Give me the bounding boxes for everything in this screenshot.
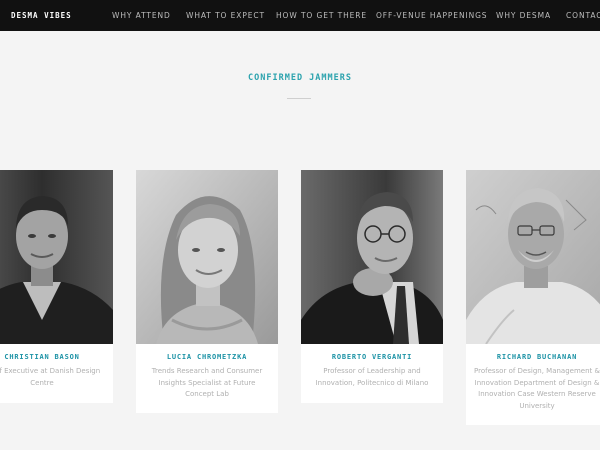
- nav-item-contact[interactable]: CONTACT: [566, 0, 600, 31]
- nav-item-off-venue-happenings[interactable]: OFF-VENUE HAPPENINGS: [376, 0, 487, 31]
- jammer-photo: [301, 170, 443, 344]
- nav-item-how-to-get-there[interactable]: HOW TO GET THERE: [276, 0, 367, 31]
- nav-item-what-to-expect[interactable]: WHAT TO EXPECT: [186, 0, 265, 31]
- jammer-name: ROBERTO VERGANTI: [331, 353, 413, 361]
- top-navbar: DESMA VIBES WHY ATTEND WHAT TO EXPECT HO…: [0, 0, 600, 31]
- jammer-description: Professor of Design, Management & Innova…: [474, 367, 600, 410]
- site-logo[interactable]: DESMA VIBES: [11, 0, 72, 31]
- jammer-card[interactable]: RICHARD BUCHANAN Professor of Design, Ma…: [466, 170, 600, 425]
- section-title: CONFIRMED JAMMERS: [248, 73, 352, 83]
- jammer-photo: [466, 170, 600, 344]
- jammer-photo: [0, 170, 113, 344]
- jammer-name: RICHARD BUCHANAN: [496, 353, 578, 361]
- jammer-description: Professor of Leadership and Innovation, …: [315, 367, 429, 387]
- jammer-name: LUCIA CHROMETZKA: [166, 353, 248, 361]
- jammer-photo: [136, 170, 278, 344]
- nav-item-why-attend[interactable]: WHY ATTEND: [112, 0, 171, 31]
- jammer-name: CHRISTIAN BASON: [4, 353, 80, 361]
- nav-item-why-desma[interactable]: WHY DESMA: [496, 0, 551, 31]
- title-divider: [287, 98, 311, 99]
- jammer-card[interactable]: LUCIA CHROMETZKA Trends Research and Con…: [136, 170, 278, 413]
- jammer-card[interactable]: CHRISTIAN BASON Chief Executive at Danis…: [0, 170, 113, 403]
- jammer-card[interactable]: ROBERTO VERGANTI Professor of Leadership…: [301, 170, 443, 403]
- jammer-description: Chief Executive at Danish Design Centre: [0, 367, 101, 387]
- jammer-description: Trends Research and Consumer Insights Sp…: [151, 367, 263, 398]
